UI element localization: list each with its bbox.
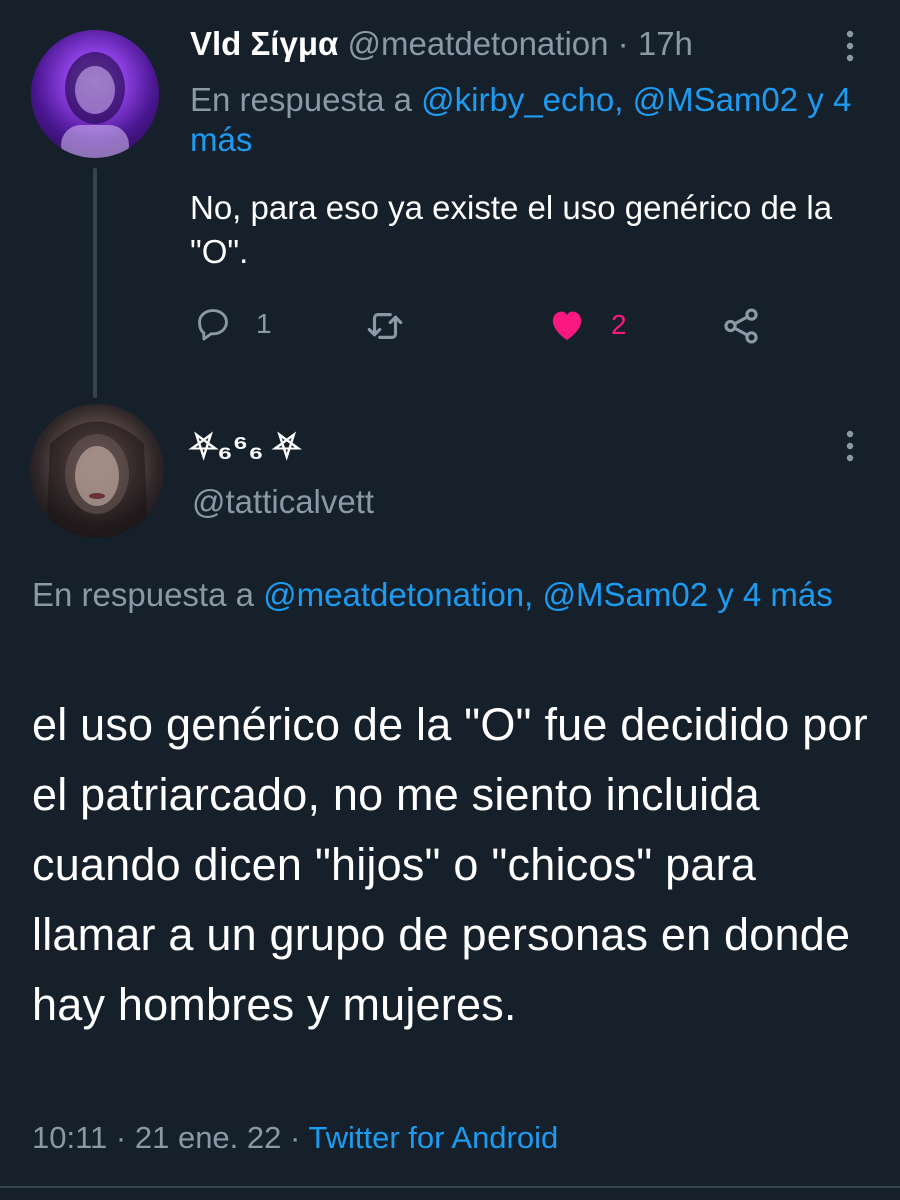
reply-context: En respuesta a @kirby_echo, @MSam02 y 4 … xyxy=(190,80,870,160)
thread-line xyxy=(93,168,97,398)
reply-mentions[interactable]: @meatdetonation, @MSam02 y 4 más xyxy=(263,576,833,613)
reply-count: 1 xyxy=(256,308,272,339)
author-name[interactable]: ⛧₆⁶₆ ⛧ xyxy=(190,425,300,469)
reply-icon xyxy=(198,309,228,341)
tweet-text: el uso genérico de la "O" fue decidido p… xyxy=(32,699,868,1030)
like-count: 2 xyxy=(611,309,627,340)
tweet-source[interactable]: Twitter for Android xyxy=(308,1120,558,1155)
reply-prefix: En respuesta a xyxy=(32,576,254,613)
reply-prefix: En respuesta a xyxy=(190,81,412,118)
divider xyxy=(0,1186,900,1188)
retweet-icon xyxy=(367,313,403,339)
tweet-header: Vld Σίγμα @meatdetonation · 17h xyxy=(190,22,693,66)
author-handle[interactable]: @meatdetonation xyxy=(347,25,608,62)
tweet-time[interactable]: 10:11 xyxy=(32,1120,107,1155)
separator: · xyxy=(290,1120,301,1155)
author-name[interactable]: Vld Σίγμα xyxy=(190,25,338,62)
tweet-time[interactable]: 17h xyxy=(638,25,693,62)
like-button[interactable]: 2 xyxy=(547,305,627,345)
author-handle[interactable]: @tatticalvett xyxy=(192,482,374,522)
share-icon xyxy=(724,308,758,344)
separator: · xyxy=(617,25,629,62)
heart-icon xyxy=(552,311,582,340)
more-vertical-icon[interactable] xyxy=(830,426,870,466)
tweet-text: No, para eso ya existe el uso genérico d… xyxy=(190,189,833,270)
separator: · xyxy=(115,1120,127,1155)
avatar[interactable] xyxy=(31,30,159,158)
avatar[interactable] xyxy=(30,404,164,538)
tweet-date[interactable]: 21 ene. 22 xyxy=(135,1120,282,1155)
more-vertical-icon[interactable] xyxy=(830,26,870,66)
tweet-meta: 10:11 · 21 ene. 22 · Twitter for Android xyxy=(32,1118,558,1158)
share-button[interactable] xyxy=(720,305,762,347)
reply-context: En respuesta a @meatdetonation, @MSam02 … xyxy=(32,572,872,618)
reply-button[interactable]: 1 xyxy=(194,305,272,343)
retweet-button[interactable] xyxy=(364,305,406,347)
